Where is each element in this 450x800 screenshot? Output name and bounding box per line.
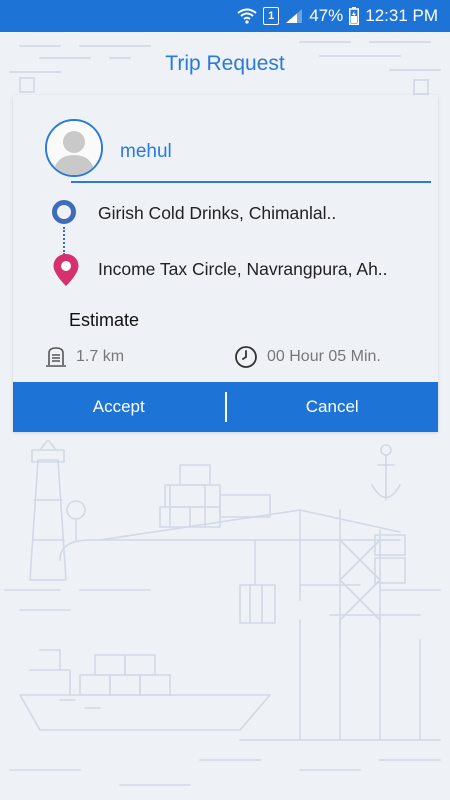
user-name: mehul bbox=[120, 141, 172, 162]
accept-button[interactable]: Accept bbox=[13, 382, 225, 432]
clock-icon bbox=[235, 346, 257, 368]
battery-percent: 47% bbox=[309, 6, 344, 25]
sim-icon: 1 bbox=[263, 7, 280, 25]
status-bar: 1 47% 12:31 PM bbox=[0, 0, 450, 32]
page-title: Trip Request bbox=[165, 52, 285, 75]
battery-icon bbox=[349, 7, 360, 25]
wifi-icon bbox=[237, 8, 257, 24]
clock: 12:31 PM bbox=[365, 6, 438, 25]
road-distance-icon bbox=[46, 347, 66, 367]
duration-value: 00 Hour 05 Min. bbox=[267, 348, 381, 365]
signal-icon bbox=[285, 8, 303, 24]
action-bar: Accept Cancel bbox=[13, 382, 438, 432]
route-connector bbox=[63, 227, 67, 255]
avatar bbox=[45, 119, 103, 177]
origin-address: Girish Cold Drinks, Chimanlal.. bbox=[98, 203, 337, 223]
cancel-button[interactable]: Cancel bbox=[227, 382, 439, 432]
destination-address: Income Tax Circle, Navrangpura, Ah.. bbox=[98, 259, 388, 279]
name-underline bbox=[71, 181, 431, 183]
user-silhouette-icon bbox=[47, 121, 101, 175]
trip-request-card: mehul Girish Cold Drinks, Chimanlal.. In… bbox=[13, 95, 438, 432]
destination-pin-icon bbox=[53, 254, 79, 286]
port-illustration bbox=[4, 440, 441, 786]
distance-value: 1.7 km bbox=[76, 348, 125, 365]
estimate-title: Estimate bbox=[69, 310, 140, 330]
origin-marker-icon bbox=[52, 200, 76, 224]
